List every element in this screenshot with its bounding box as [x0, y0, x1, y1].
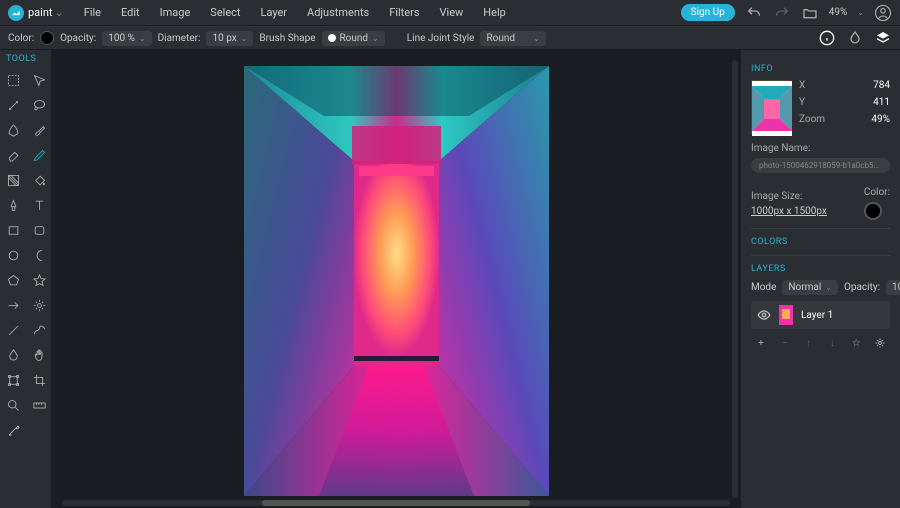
layer-up-icon[interactable]: ↑: [803, 337, 815, 349]
image-name-value[interactable]: photo-1500462918059-b1a0cb512f1d: [751, 158, 890, 173]
tool-gear[interactable]: [26, 293, 52, 318]
tool-bucket[interactable]: [26, 168, 52, 193]
layer-item[interactable]: Layer 1: [751, 301, 890, 329]
menu-image[interactable]: Image: [150, 6, 201, 19]
menu-layer[interactable]: Layer: [251, 6, 298, 19]
tool-gradient[interactable]: [0, 168, 26, 193]
tool-eraser[interactable]: [0, 143, 26, 168]
tool-transform[interactable]: [0, 368, 26, 393]
color-swatch[interactable]: [40, 31, 54, 45]
tool-zoom[interactable]: [0, 393, 26, 418]
menu-help[interactable]: Help: [473, 6, 516, 19]
tools-panel: TOOLS: [0, 50, 52, 508]
info-header: INFO: [751, 64, 890, 74]
image-size-label: Image Size:: [751, 191, 827, 202]
opt-brush-label: Brush Shape: [259, 33, 315, 44]
tool-star[interactable]: [26, 268, 52, 293]
vertical-scrollbar[interactable]: [732, 60, 738, 498]
redo-icon[interactable]: [773, 4, 791, 22]
signup-button[interactable]: Sign Up: [681, 4, 735, 21]
tool-crop[interactable]: [26, 368, 52, 393]
layer-down-icon[interactable]: ↓: [826, 337, 838, 349]
zoom-display[interactable]: 49%: [829, 7, 848, 18]
menu-filters[interactable]: Filters: [379, 6, 429, 19]
chevron-down-icon[interactable]: ⌄: [55, 6, 64, 19]
tool-ruler[interactable]: [26, 393, 52, 418]
x-label: X: [799, 80, 805, 91]
color-label: Color:: [864, 187, 890, 198]
colors-header[interactable]: COLORS: [751, 237, 890, 247]
tool-hand[interactable]: [26, 343, 52, 368]
current-color-swatch[interactable]: [864, 202, 882, 220]
layer-opacity-select[interactable]: 100⌄: [886, 280, 900, 295]
undo-icon[interactable]: [745, 4, 763, 22]
opt-diameter-label: Diameter:: [158, 33, 201, 44]
layer-star-icon[interactable]: ☆: [850, 337, 862, 349]
add-layer-icon[interactable]: +: [755, 337, 767, 349]
tool-marquee[interactable]: [0, 68, 26, 93]
tool-text[interactable]: [26, 193, 52, 218]
tool-brush[interactable]: [26, 118, 52, 143]
tool-lasso[interactable]: [26, 93, 52, 118]
right-sidebar: INFO X 784 Y 411 Zoom 49% Image Name: photo…: [740, 50, 900, 508]
blend-mode-select[interactable]: Normal⌄: [782, 280, 838, 295]
tool-eyedropper[interactable]: [0, 418, 26, 443]
horizontal-scrollbar[interactable]: [62, 500, 730, 506]
info-panel-icon[interactable]: [818, 29, 836, 47]
menu-view[interactable]: View: [430, 6, 474, 19]
tool-polygon[interactable]: [0, 268, 26, 293]
blend-mode-label: Mode: [751, 282, 776, 293]
menu-adjustments[interactable]: Adjustments: [297, 6, 379, 19]
tool-blur[interactable]: [0, 343, 26, 368]
tool-curve[interactable]: [26, 318, 52, 343]
user-icon[interactable]: [874, 4, 892, 22]
image-name-label: Image Name:: [751, 143, 890, 154]
tool-roundrect[interactable]: [26, 218, 52, 243]
droplet-panel-icon[interactable]: [846, 29, 864, 47]
tool-clone[interactable]: [0, 193, 26, 218]
zoom-label: Zoom: [799, 114, 825, 125]
top-menu-bar: paint ⌄ File Edit Image Select Layer Adj…: [0, 0, 900, 26]
menu-edit[interactable]: Edit: [111, 6, 150, 19]
zoom-value: 49%: [871, 114, 890, 125]
tools-header: TOOLS: [0, 50, 51, 68]
menu-select[interactable]: Select: [200, 6, 250, 19]
layer-settings-icon[interactable]: [874, 337, 886, 349]
canvas-image[interactable]: [244, 66, 549, 496]
y-value: 411: [873, 97, 890, 108]
layer-opacity-label: Opacity:: [844, 282, 880, 293]
opt-joint-label: Line Joint Style: [407, 33, 475, 44]
tool-pencil[interactable]: [26, 143, 52, 168]
tool-ellipse[interactable]: [0, 243, 26, 268]
brush-shape-select[interactable]: Round⌄: [322, 31, 385, 46]
tool-move[interactable]: [26, 68, 52, 93]
layer-name: Layer 1: [801, 310, 833, 321]
y-label: Y: [799, 97, 805, 108]
tool-wand[interactable]: [0, 93, 26, 118]
folder-icon[interactable]: [801, 4, 819, 22]
canvas-area[interactable]: [52, 50, 740, 508]
menu-file[interactable]: File: [74, 6, 111, 19]
tool-line[interactable]: [0, 318, 26, 343]
app-logo-icon[interactable]: [8, 5, 24, 21]
image-thumbnail[interactable]: [751, 80, 791, 135]
options-bar: Color: Opacity: 100 %⌄ Diameter: 10 px⌄ …: [0, 26, 900, 50]
visibility-icon[interactable]: [757, 308, 771, 322]
opt-opacity-label: Opacity:: [60, 33, 96, 44]
tool-arrow[interactable]: [0, 293, 26, 318]
tool-rect[interactable]: [0, 218, 26, 243]
opacity-select[interactable]: 100 %⌄: [102, 31, 151, 46]
delete-layer-icon[interactable]: −: [779, 337, 791, 349]
layers-header: LAYERS: [751, 264, 890, 274]
x-value: 784: [873, 80, 890, 91]
tool-moon[interactable]: [26, 243, 52, 268]
layer-thumbnail: [779, 305, 793, 325]
image-size-value[interactable]: 1000px x 1500px: [751, 206, 827, 217]
tool-pen[interactable]: [0, 118, 26, 143]
diameter-select[interactable]: 10 px⌄: [206, 31, 253, 46]
joint-style-select[interactable]: Round⌄: [480, 31, 545, 46]
layers-panel-icon[interactable]: [874, 29, 892, 47]
opt-color-label: Color:: [8, 33, 34, 44]
app-brand[interactable]: paint: [28, 6, 53, 19]
